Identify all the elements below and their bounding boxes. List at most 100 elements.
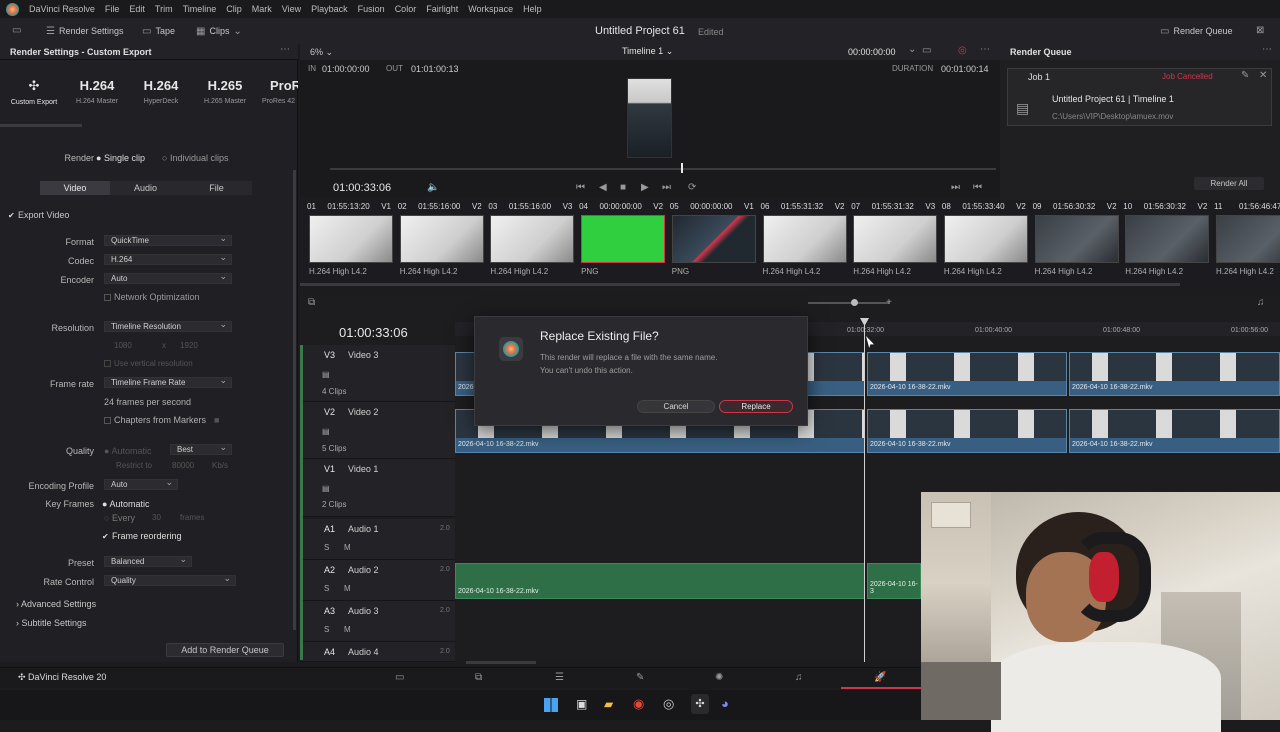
mute-icon[interactable]: M [344,625,351,634]
clip-thumbnail[interactable]: 08 01:55:33:40 V2 H.264 High L4.2 [940,202,1028,286]
viewer-playhead[interactable] [681,163,683,173]
more-options-icon[interactable]: ⋯ [280,44,290,55]
replace-button[interactable]: Replace [719,400,793,413]
preset-select[interactable]: Balanced [104,554,192,567]
clip-thumbnail[interactable]: 04 00:00:00:00 V2 PNG [577,202,666,286]
zoom-slider[interactable] [808,302,890,304]
timeline-clip-v3[interactable]: 2026-04-10 16-38-22.mkv [1069,352,1280,396]
file-explorer-icon[interactable]: ▰ [604,697,613,711]
preset-h264-master[interactable]: H.264 H.264 Master [66,78,128,105]
cut-page-icon[interactable]: ⧉ [475,672,482,683]
menu-fusion[interactable]: Fusion [358,4,385,14]
preset-custom-export[interactable]: ✣ Custom Export [3,78,65,106]
more-options-icon[interactable]: ⋯ [980,44,990,55]
tape-button[interactable]: ▭ Tape [142,24,175,38]
music-note-icon[interactable]: ♫ [1257,297,1265,308]
mute-icon[interactable]: M [344,584,351,593]
encoding-profile-select[interactable]: Auto [104,477,178,490]
resolution-select[interactable]: Timeline Resolution [104,319,232,332]
close-icon[interactable]: ✕ [1259,70,1267,81]
flag-icon[interactable]: ◎ [958,45,967,56]
render-queue-button[interactable]: ▭ Render Queue [1160,24,1233,38]
framerate-select[interactable]: Timeline Frame Rate [104,375,232,388]
stop-icon[interactable]: ■ [620,182,626,193]
timeline-clip-v2[interactable]: 2026-04-10 16-38-22.mkv [867,409,1067,453]
clip-thumbnail[interactable]: 02 01:55:16:00 V2 H.264 High L4.2 [396,202,484,286]
prev-icon[interactable]: ⏮ [973,182,982,193]
track-header-a2[interactable]: A2 Audio 2 2.0 S M [300,560,455,601]
fusion-page-icon[interactable]: ✎ [636,672,644,683]
color-page-icon[interactable]: ✺ [715,672,723,683]
codec-select[interactable]: H.264 [104,252,232,265]
mute-icon[interactable]: M [344,543,351,552]
encoder-select[interactable]: Auto [104,271,232,284]
more-options-icon[interactable]: ⋯ [1262,44,1272,55]
edit-icon[interactable]: ✎ [1241,70,1249,81]
clip-thumbnail[interactable]: 10 01:56:30:32 V2 H.264 High L4.2 [1121,202,1210,286]
quality-select[interactable]: Best [170,442,232,455]
format-select[interactable]: QuickTime [104,233,232,246]
track-header-v3[interactable]: V3 Video 3 ▤ 4 Clips [300,345,455,402]
menu-playback[interactable]: Playback [311,4,348,14]
menu-workspace[interactable]: Workspace [468,4,513,14]
menu-fairlight[interactable]: Fairlight [426,4,458,14]
timeline-select[interactable]: Timeline 1 ⌄ [622,46,673,57]
chrome-icon[interactable]: ◉ [633,696,644,712]
monitor-icon[interactable]: ▭ [922,45,931,56]
keyframes-auto-radio[interactable]: ● Automatic [102,499,149,509]
clip-thumbnail[interactable]: 01 01:55:13:20 V1 H.264 High L4.2 [305,202,393,286]
timeline-scrollbar[interactable] [466,661,536,664]
timeline-audio-clip-a2[interactable]: 2026-04-10 16-38-22.mkv [455,563,865,599]
track-header-a3[interactable]: A3 Audio 3 2.0 S M [300,601,455,642]
menu-color[interactable]: Color [395,4,417,14]
menu-file[interactable]: File [105,4,120,14]
advanced-settings-toggle[interactable]: › Advanced Settings [16,599,96,609]
preset-prores[interactable]: ProRe ProRes 42 [258,78,298,105]
play-reverse-icon[interactable]: ◀ [599,182,607,193]
menu-trim[interactable]: Trim [155,4,173,14]
solo-icon[interactable]: S [324,543,329,552]
clip-strip-scrollbar[interactable] [300,283,1180,286]
timeline-clip-v3[interactable]: 2026-04-10 16-38-22.mkv [867,352,1067,396]
clip-thumbnail[interactable]: 07 01:55:31:32 V3 H.264 High L4.2 [849,202,938,286]
tab-file[interactable]: File [181,181,252,195]
preset-h265-master[interactable]: H.265 H.265 Master [194,78,256,105]
discord-icon[interactable]: ◕ [721,696,729,711]
solo-icon[interactable]: S [324,584,329,593]
export-video-checkbox[interactable]: ✔ Export Video [8,210,69,220]
menu-clip[interactable]: Clip [226,4,242,14]
skip-end-icon[interactable]: ⏭ [662,182,671,193]
tab-audio[interactable]: Audio [110,181,181,195]
track-header-a4[interactable]: A4 Audio 4 2.0 [300,642,455,662]
preset-hyperdeck[interactable]: H.264 HyperDeck [130,78,192,105]
tab-video[interactable]: Video [40,181,110,195]
render-settings-button[interactable]: ☰ Render Settings [46,24,124,38]
skip-start-icon[interactable]: ⏮ [576,182,585,193]
solo-icon[interactable]: S [324,625,329,634]
fairlight-page-icon[interactable]: ♫ [795,672,803,683]
task-view-icon[interactable]: ▣ [576,697,587,711]
media-page-icon[interactable]: ▭ [395,672,404,683]
menu-mark[interactable]: Mark [252,4,272,14]
clip-thumbnail[interactable]: 11 01:56:46:47 H.264 High L4.2 [1212,202,1280,286]
track-header-v1[interactable]: V1 Video 1 ▤ 2 Clips [300,459,455,517]
preset-scrollbar[interactable] [0,124,82,127]
timeline-clip-v2[interactable]: 2026-04-10 16-38-22.mkv [1069,409,1280,453]
plus-icon[interactable]: + [886,297,892,308]
rate-control-select[interactable]: Quality [104,573,236,586]
track-header-v2[interactable]: V2 Video 2 ▤ 5 Clips [300,402,455,459]
menu-help[interactable]: Help [523,4,542,14]
menu-timeline[interactable]: Timeline [183,4,217,14]
clips-button[interactable]: ▦ Clips ⌄ [196,24,242,38]
add-to-render-queue-button[interactable]: Add to Render Queue [166,643,284,657]
play-icon[interactable]: ▶ [641,182,649,193]
timeline-options-icon[interactable]: ⧉ [308,297,315,308]
windows-start-icon[interactable] [544,698,558,712]
volume-icon[interactable]: 🔈 [427,182,439,193]
render-all-button[interactable]: Render All [1194,177,1264,190]
clip-thumbnail[interactable]: 05 00:00:00:00 V1 PNG [668,202,756,286]
chapters-checkbox[interactable]: Chapters from Markers ■ [104,415,219,425]
settings-scrollbar[interactable] [293,170,296,630]
next-icon[interactable]: ⏭ [951,182,960,193]
zoom-select[interactable]: 6% ⌄ [310,47,333,58]
